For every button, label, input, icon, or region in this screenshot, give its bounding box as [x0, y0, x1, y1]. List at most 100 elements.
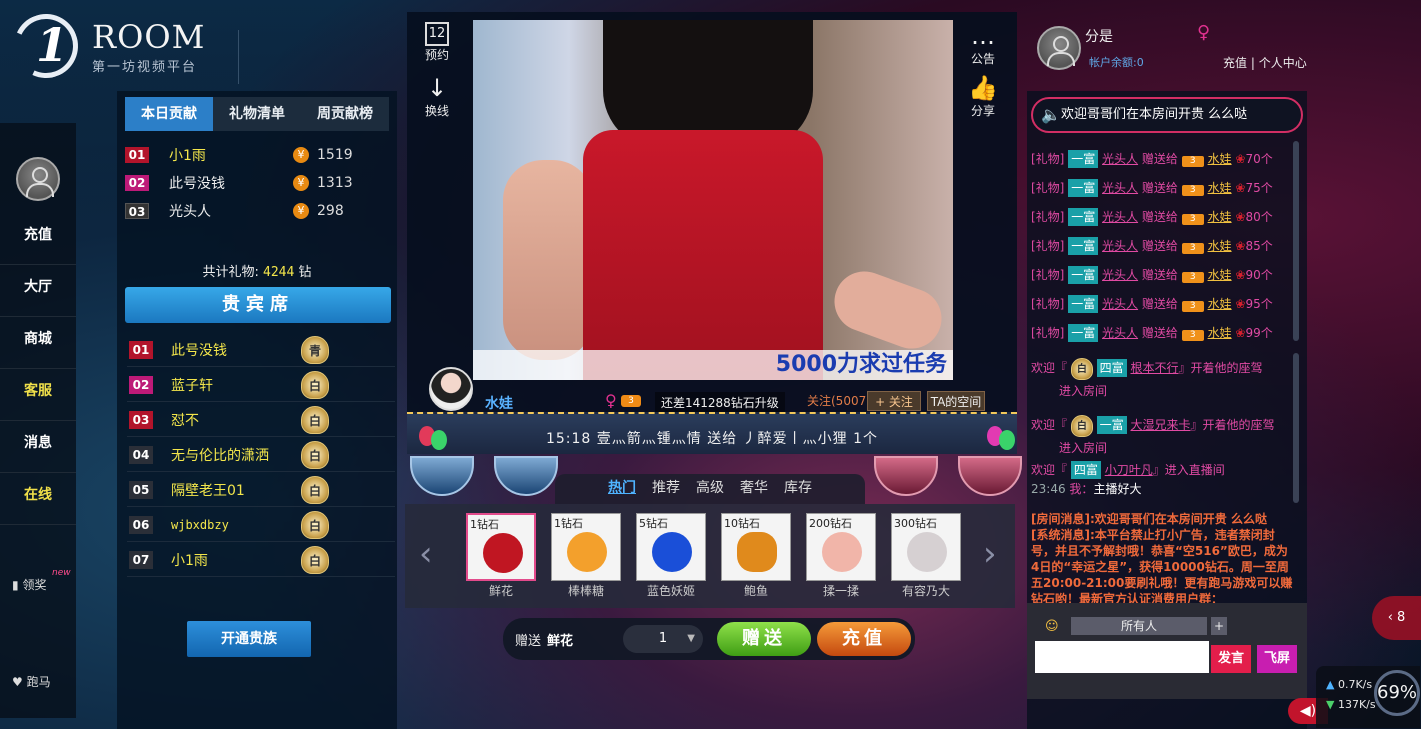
recipient-select[interactable]: 所有人	[1071, 617, 1207, 635]
rose-icon: ❀	[1235, 210, 1246, 224]
gift-log-recipient[interactable]: 水娃	[1208, 297, 1232, 311]
gift-log-user[interactable]: 光头人	[1102, 268, 1138, 282]
send-message-button[interactable]: 发言	[1211, 645, 1251, 673]
gift-item[interactable]: 300钻石 有容乃大	[891, 513, 961, 601]
side-panel-toggle[interactable]: ‹ 8	[1372, 596, 1421, 640]
vip-row[interactable]: 06 wjbxdbzy 白	[127, 508, 395, 542]
gift-item[interactable]: 1钻石 棒棒糖	[551, 513, 621, 601]
logo[interactable]: 1 ROOM 第一坊视频平台	[4, 4, 239, 88]
gift-log-user[interactable]: 光头人	[1102, 181, 1138, 195]
gift-tab-hot[interactable]: 热门	[600, 474, 644, 504]
event-user[interactable]: 小刀叶凡	[1105, 463, 1153, 477]
gift-image: 1钻石	[466, 513, 536, 581]
total-label: 共计礼物:	[202, 265, 259, 280]
wealth-level: 一富	[1068, 295, 1099, 313]
vip-row[interactable]: 04 无与伦比的潇洒 白	[127, 438, 395, 472]
gift-log-recipient[interactable]: 水娃	[1208, 210, 1232, 224]
tab-weekly[interactable]: 周贡献榜	[301, 97, 389, 131]
gift-item[interactable]: 10钻石 鲍鱼	[721, 513, 791, 601]
gift-log-scrollbar[interactable]	[1293, 141, 1299, 341]
nav-online[interactable]: 在线	[0, 473, 76, 525]
vip-row[interactable]: 03 怼不 白	[127, 403, 395, 437]
host-name[interactable]: 水娃	[485, 393, 513, 413]
event-suffix: 』进入直播间	[1152, 463, 1225, 477]
quantity-select[interactable]: 1 ▼	[623, 625, 703, 653]
video-player[interactable]: 5000力求过任务	[473, 20, 953, 380]
nav-shop[interactable]: 商城	[0, 317, 76, 369]
emoji-icon[interactable]: ☺	[1045, 619, 1059, 634]
event-suffix: 』开着他的座驾	[1190, 418, 1275, 432]
appointment-button[interactable]: 12 预约	[417, 22, 457, 63]
chevron-left-icon[interactable]: ‹	[419, 534, 433, 574]
nav-hall[interactable]: 大厅	[0, 265, 76, 317]
chat-event: 欢迎『 白 一富 大湿兄来卡』开着他的座驾	[1031, 414, 1293, 437]
gift-log-user[interactable]: 光头人	[1102, 210, 1138, 224]
tab-gift-list[interactable]: 礼物清单	[213, 97, 301, 131]
share-button[interactable]: 👍 分享	[963, 74, 1003, 119]
gift-item[interactable]: 5钻石 蓝色妖姬	[636, 513, 706, 601]
recharge-button[interactable]: 充值	[817, 622, 911, 656]
nav-service[interactable]: 客服	[0, 369, 76, 421]
chevron-right-icon[interactable]: ›	[983, 534, 997, 574]
announcement-button[interactable]: … 公告	[963, 22, 1003, 67]
personal-center-link[interactable]: 个人中心	[1259, 56, 1307, 70]
gift-log-count: 80个	[1245, 210, 1273, 224]
gift-tab-recommend[interactable]: 推荐	[644, 474, 688, 504]
vip-row[interactable]: 07 小1雨 白	[127, 543, 395, 577]
gift-tabs: 热门 推荐 高级 奢华 库存	[555, 474, 865, 504]
nav-message[interactable]: 消息	[0, 421, 76, 473]
diamond-level-icon: 3	[1181, 272, 1204, 283]
chat-scrollbar[interactable]	[1293, 353, 1299, 503]
reward-button[interactable]: ▮ 领奖 new	[12, 568, 71, 593]
rank-row[interactable]: 01 小1雨 ¥ 1519	[125, 141, 389, 169]
gift-item[interactable]: 1钻石 鲜花	[466, 513, 536, 601]
host-space-button[interactable]: TA的空间	[927, 391, 985, 411]
gift-image: 10钻石	[721, 513, 791, 581]
gift-log-user[interactable]: 光头人	[1102, 297, 1138, 311]
vip-row[interactable]: 05 隔壁老王01 白	[127, 473, 395, 507]
selected-gift: 鲜花	[547, 634, 574, 649]
appointment-label: 预约	[424, 48, 449, 62]
switch-line-button[interactable]: ↓ 换线	[417, 74, 457, 119]
arrow-up-icon: ▲	[1326, 678, 1335, 691]
gift-log-user[interactable]: 光头人	[1102, 152, 1138, 166]
noble-badge-icon: 白	[301, 405, 329, 434]
add-recipient-button[interactable]: +	[1211, 617, 1227, 635]
chat-input[interactable]	[1035, 641, 1209, 673]
gift-log-user[interactable]: 光头人	[1102, 326, 1138, 340]
event-user[interactable]: 大湿兄来卡	[1131, 418, 1191, 432]
gift-log-user[interactable]: 光头人	[1102, 239, 1138, 253]
vip-row[interactable]: 02 蓝子轩 白	[127, 368, 395, 402]
rank-row[interactable]: 03 光头人 ¥ 298	[125, 197, 389, 225]
nav-recharge[interactable]: 充值	[0, 213, 76, 265]
gift-log-recipient[interactable]: 水娃	[1208, 239, 1232, 253]
user-avatar[interactable]	[16, 157, 60, 201]
fly-screen-button[interactable]: 飞屏	[1257, 645, 1297, 673]
event-user[interactable]: 根本不行	[1131, 361, 1179, 375]
chevron-down-icon: ▼	[687, 633, 695, 644]
gift-tab-advanced[interactable]: 高级	[688, 474, 732, 504]
host-avatar[interactable]	[429, 367, 473, 411]
gift-name: 鲍鱼	[743, 584, 768, 598]
rank-row[interactable]: 02 此号没钱 ¥ 1313	[125, 169, 389, 197]
gift-item[interactable]: 200钻石 揉一揉	[806, 513, 876, 601]
gift-log-recipient[interactable]: 水娃	[1208, 152, 1232, 166]
gift-log-recipient[interactable]: 水娃	[1208, 181, 1232, 195]
gift-log-recipient[interactable]: 水娃	[1208, 268, 1232, 282]
gift-tab-stock[interactable]: 库存	[776, 474, 820, 504]
tab-daily[interactable]: 本日贡献	[125, 97, 213, 131]
hands-icon	[822, 532, 862, 572]
user-avatar[interactable]	[1037, 26, 1081, 70]
rose-icon: ❀	[1235, 326, 1246, 340]
vip-row[interactable]: 01 此号没钱 青	[127, 333, 395, 367]
gift-tab-luxury[interactable]: 奢华	[732, 474, 776, 504]
recharge-link[interactable]: 充值	[1223, 56, 1247, 70]
give-button[interactable]: 赠送	[717, 622, 811, 656]
gift-log-recipient[interactable]: 水娃	[1208, 326, 1232, 340]
open-noble-button[interactable]: 开通贵族	[187, 621, 311, 657]
gift-image: 1钻石	[551, 513, 621, 581]
horse-race-button[interactable]: ♥ 跑马	[12, 673, 51, 690]
follow-button[interactable]: + 关注	[867, 391, 921, 411]
gift-grid: ‹ 1钻石 鲜花 1钻石 棒棒糖 5钻石 蓝色妖姬 10钻石 鲍鱼 200钻石 …	[405, 504, 1015, 608]
wealth-level: 四富	[1096, 359, 1127, 377]
